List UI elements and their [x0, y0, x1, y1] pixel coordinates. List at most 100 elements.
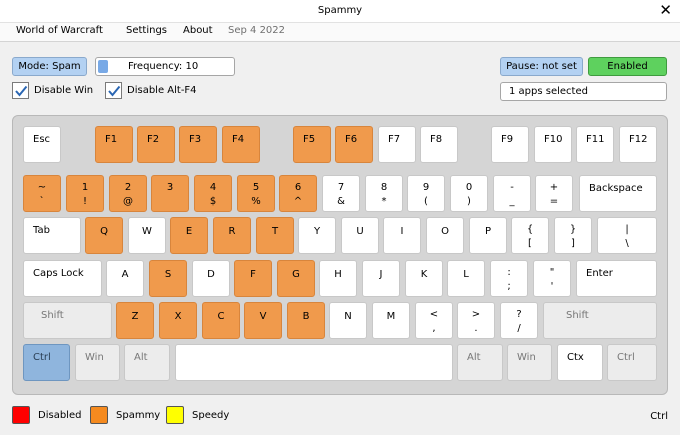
key-b[interactable]: B: [287, 302, 325, 339]
key-5[interactable]: 5%: [237, 175, 275, 212]
key-label: L: [463, 269, 469, 280]
key-win-right[interactable]: Win: [507, 344, 552, 381]
key-backspace[interactable]: Backspace: [579, 175, 657, 212]
key-w[interactable]: W: [128, 217, 166, 254]
key-k[interactable]: K: [405, 260, 443, 297]
slider-handle[interactable]: [98, 60, 108, 73]
key-tilde[interactable]: ~ `: [23, 175, 61, 212]
key-quote[interactable]: " ': [533, 260, 571, 297]
key-h[interactable]: H: [319, 260, 357, 297]
key-y[interactable]: Y: [298, 217, 336, 254]
close-icon[interactable]: ✕: [659, 1, 672, 19]
key-tab[interactable]: Tab: [23, 217, 81, 254]
key-period[interactable]: >.: [457, 302, 495, 339]
key-ctrl-left[interactable]: Ctrl: [23, 344, 70, 381]
key-context[interactable]: Ctx: [557, 344, 603, 381]
checkbox-box[interactable]: [12, 82, 29, 99]
key-f12[interactable]: F12: [619, 126, 657, 163]
key-e[interactable]: E: [170, 217, 208, 254]
key-space[interactable]: [175, 344, 453, 381]
key-label: Z: [131, 311, 139, 322]
key-f[interactable]: F: [234, 260, 272, 297]
key-sublabel: ;: [507, 281, 511, 292]
checkbox-box[interactable]: [105, 82, 122, 99]
key-label: 9: [422, 182, 430, 193]
key-comma[interactable]: <,: [415, 302, 453, 339]
key-o[interactable]: O: [426, 217, 464, 254]
frequency-slider[interactable]: Frequency: 10: [95, 57, 235, 76]
key-enter[interactable]: Enter: [576, 260, 657, 297]
key-f7[interactable]: F7: [378, 126, 416, 163]
key-p[interactable]: P: [469, 217, 507, 254]
key-f5[interactable]: F5: [293, 126, 331, 163]
key-label: +: [549, 182, 559, 193]
key-1[interactable]: 1!: [66, 175, 104, 212]
mode-button[interactable]: Mode: Spam: [12, 57, 87, 76]
key-rbrace[interactable]: }]: [554, 217, 592, 254]
key-f11[interactable]: F11: [576, 126, 614, 163]
key-z[interactable]: Z: [116, 302, 154, 339]
key-f4[interactable]: F4: [222, 126, 260, 163]
key-f2[interactable]: F2: [137, 126, 175, 163]
key-m[interactable]: M: [372, 302, 410, 339]
key-label: F12: [629, 134, 648, 145]
key-j[interactable]: J: [362, 260, 400, 297]
key-minus[interactable]: - _: [493, 175, 531, 212]
key-l[interactable]: L: [447, 260, 485, 297]
key-v[interactable]: V: [244, 302, 282, 339]
key-ctrl-right[interactable]: Ctrl: [607, 344, 657, 381]
enabled-button[interactable]: Enabled: [588, 57, 667, 76]
key-4[interactable]: 4 $: [194, 175, 232, 212]
key-u[interactable]: U: [341, 217, 379, 254]
key-c[interactable]: C: [202, 302, 240, 339]
menu-item-world-of-warcraft[interactable]: World of Warcraft: [16, 25, 103, 36]
key-esc[interactable]: Esc: [23, 126, 61, 163]
apps-selector[interactable]: 1 apps selected: [500, 82, 667, 101]
key-i[interactable]: I: [383, 217, 421, 254]
pause-button[interactable]: Pause: not set: [500, 57, 583, 76]
key-capslock[interactable]: Caps Lock: [23, 260, 102, 297]
key-f8[interactable]: F8: [420, 126, 458, 163]
key-lbrace[interactable]: {[: [511, 217, 549, 254]
key-f10[interactable]: F10: [534, 126, 572, 163]
key-7[interactable]: 7 &: [322, 175, 360, 212]
key-2[interactable]: 2 @: [109, 175, 147, 212]
key-r[interactable]: R: [213, 217, 251, 254]
key-n[interactable]: N: [329, 302, 367, 339]
menu-item-settings[interactable]: Settings: [126, 25, 167, 36]
key-9[interactable]: 9(: [407, 175, 445, 212]
key-alt-right[interactable]: Alt: [457, 344, 503, 381]
key-f6[interactable]: F6: [335, 126, 373, 163]
key-x[interactable]: X: [159, 302, 197, 339]
disable-altf4-checkbox[interactable]: Disable Alt-F4: [105, 82, 197, 99]
key-label: F4: [232, 134, 245, 145]
key-f9[interactable]: F9: [491, 126, 529, 163]
key-t[interactable]: T: [256, 217, 294, 254]
key-g[interactable]: G: [277, 260, 315, 297]
menu-item-about[interactable]: About: [183, 25, 213, 36]
key-alt-left[interactable]: Alt: [124, 344, 170, 381]
key-6[interactable]: 6 ^: [279, 175, 317, 212]
key-label: {: [526, 224, 534, 235]
legend-label: Spammy: [116, 409, 161, 421]
key-8[interactable]: 8 *: [365, 175, 403, 212]
key-d[interactable]: D: [192, 260, 230, 297]
disable-win-checkbox[interactable]: Disable Win: [12, 82, 93, 99]
key-backslash[interactable]: | \: [597, 217, 657, 254]
key-shift-left[interactable]: Shift: [23, 302, 112, 339]
key-f3[interactable]: F3: [179, 126, 217, 163]
key-slash[interactable]: ? /: [500, 302, 538, 339]
key-0[interactable]: 0): [450, 175, 488, 212]
key-sublabel: ': [550, 281, 554, 292]
key-a[interactable]: A: [106, 260, 144, 297]
key-win-left[interactable]: Win: [75, 344, 120, 381]
key-label: F8: [430, 134, 443, 145]
key-plus[interactable]: + =: [535, 175, 573, 212]
key-q[interactable]: Q: [85, 217, 123, 254]
key-shift-right[interactable]: Shift: [543, 302, 657, 339]
key-3[interactable]: 3: [151, 175, 189, 212]
key-colon[interactable]: :;: [490, 260, 528, 297]
key-s[interactable]: S: [149, 260, 187, 297]
key-f1[interactable]: F1: [95, 126, 133, 163]
key-label: P: [484, 226, 492, 237]
